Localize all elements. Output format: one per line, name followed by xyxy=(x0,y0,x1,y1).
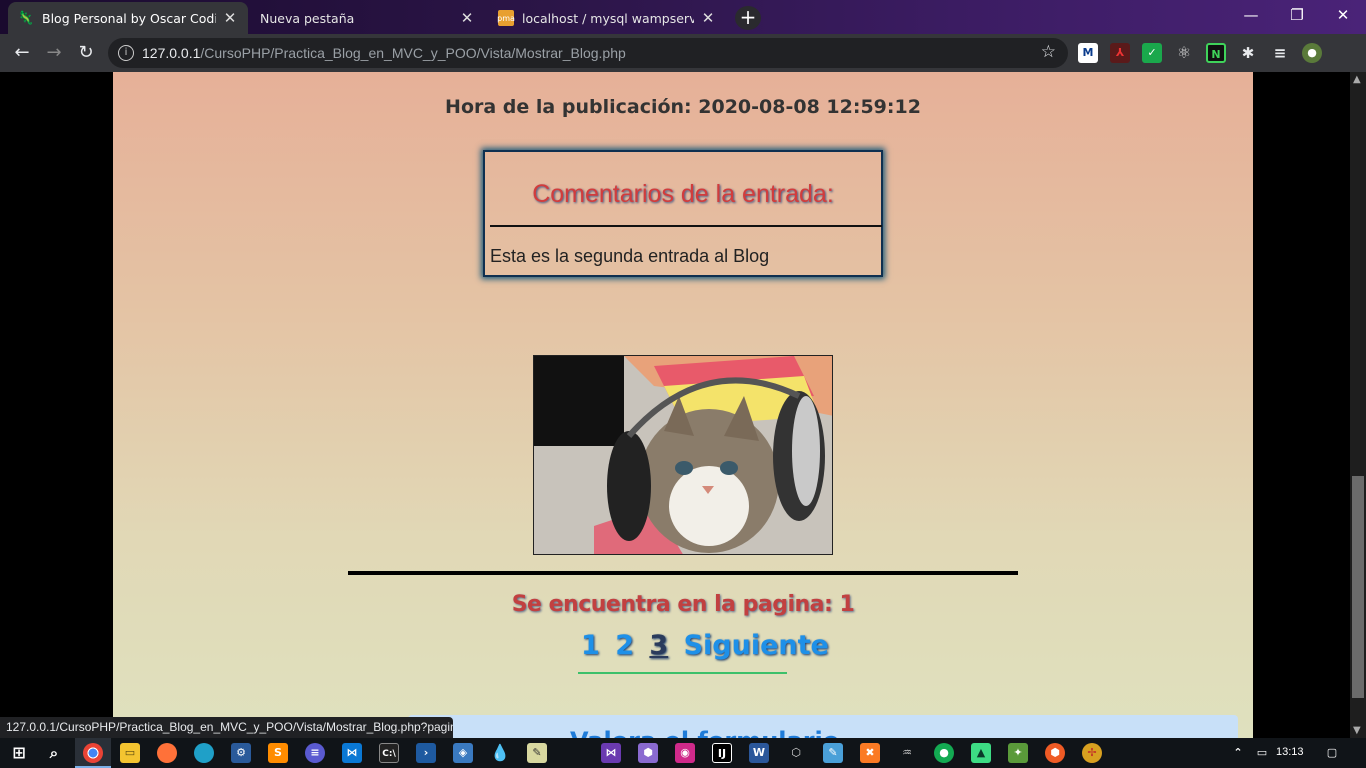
intellij-icon[interactable]: IJ xyxy=(712,743,732,763)
scroll-thumb[interactable] xyxy=(1352,476,1364,698)
section-divider xyxy=(348,571,1018,575)
page-link-3[interactable]: 3 xyxy=(649,630,668,661)
address-bar[interactable]: i 127.0.0.1/CursoPHP/Practica_Blog_en_MV… xyxy=(108,38,1068,68)
phpmyadmin-icon: pma xyxy=(497,10,515,26)
puzzle-extensions-icon[interactable]: ✱ xyxy=(1238,43,1258,63)
sublime-icon[interactable]: S xyxy=(268,743,288,763)
powershell-icon[interactable]: › xyxy=(416,743,436,763)
reload-button[interactable]: ↻ xyxy=(72,39,100,67)
page-scrollbar[interactable]: ▲ ▼ xyxy=(1350,72,1366,738)
chevron-up-icon[interactable]: ⌃ xyxy=(1228,743,1248,763)
tab-strip: 🦎 Blog Personal by Oscar Coding® ✕ Nueva… xyxy=(0,0,1366,34)
chrome-icon[interactable] xyxy=(83,743,103,763)
mongodb-icon[interactable]: ● xyxy=(934,743,954,763)
close-icon[interactable]: ✕ xyxy=(700,9,716,27)
publication-time: Hora de la publicación: 2020-08-08 12:59… xyxy=(445,96,921,118)
comments-divider xyxy=(490,225,882,227)
comment-text: Esta es la segunda entrada al Blog xyxy=(490,246,770,266)
tab-new[interactable]: Nueva pestaña ✕ xyxy=(250,2,485,34)
cat-with-headphones-image xyxy=(534,356,832,554)
extension-icon[interactable]: M xyxy=(1078,43,1098,63)
scroll-up-arrow[interactable]: ▲ xyxy=(1353,74,1361,85)
rating-form-title: Valora el formulario xyxy=(570,727,839,738)
comments-title: Comentarios de la entrada: xyxy=(532,180,834,208)
word-icon[interactable]: W xyxy=(749,743,769,763)
xampp-icon[interactable]: ✖ xyxy=(860,743,880,763)
drop-icon[interactable]: 💧 xyxy=(490,743,510,763)
wamp-icon[interactable]: ♒ xyxy=(897,743,917,763)
url-text[interactable]: 127.0.0.1/CursoPHP/Practica_Blog_en_MVC_… xyxy=(142,45,626,61)
blog-page: Hora de la publicación: 2020-08-08 12:59… xyxy=(113,72,1253,738)
cube-app-icon[interactable]: ⬢ xyxy=(638,743,658,763)
firefox-icon[interactable] xyxy=(157,743,177,763)
rating-form-section: Valora el formulario xyxy=(408,715,1238,738)
current-page-info: Se encuentra en la pagina: 1 xyxy=(511,592,855,617)
next-page-link[interactable]: Siguiente xyxy=(684,630,829,661)
windows-start-icon[interactable]: ⊞ xyxy=(9,743,29,763)
terminal-icon[interactable]: C:\ xyxy=(379,743,399,763)
post-image xyxy=(533,355,833,555)
node-extension-icon[interactable]: N xyxy=(1206,43,1226,63)
3d-viewer-icon[interactable]: ⬡ xyxy=(786,743,806,763)
search-icon[interactable]: ⌕ xyxy=(44,743,64,763)
edge-icon[interactable] xyxy=(194,743,214,763)
minimize-button[interactable]: — xyxy=(1228,0,1274,32)
postman-icon[interactable]: ⬢ xyxy=(1045,743,1065,763)
close-window-button[interactable]: ✕ xyxy=(1320,0,1366,32)
back-button[interactable]: ← xyxy=(8,39,36,67)
pdf-extension-icon[interactable]: ⅄ xyxy=(1110,43,1130,63)
chameleon-icon: 🦎 xyxy=(17,10,35,26)
restore-button[interactable]: ❐ xyxy=(1274,0,1320,32)
tab-blog[interactable]: 🦎 Blog Personal by Oscar Coding® ✕ xyxy=(8,2,248,34)
visual-studio-icon[interactable]: ⋈ xyxy=(601,743,621,763)
profile-avatar[interactable]: ● xyxy=(1302,43,1322,63)
tab-title: localhost / mysql wampserver / b xyxy=(522,10,694,26)
info-icon[interactable]: i xyxy=(118,45,134,61)
page-link-2[interactable]: 2 xyxy=(615,630,634,661)
app-icon[interactable]: ≡ xyxy=(305,743,325,763)
page-viewport: Hora de la publicación: 2020-08-08 12:59… xyxy=(0,72,1350,738)
vscode-icon[interactable]: ⋈ xyxy=(342,743,362,763)
steering-app-icon[interactable]: ✢ xyxy=(1082,743,1102,763)
forward-button[interactable]: → xyxy=(40,39,68,67)
tab-phpmyadmin[interactable]: pma localhost / mysql wampserver / b ✕ xyxy=(488,2,726,34)
virtualbox-icon[interactable]: ◈ xyxy=(453,743,473,763)
tab-title: Blog Personal by Oscar Coding® xyxy=(42,10,216,26)
paint-icon[interactable]: ✎ xyxy=(823,743,843,763)
android-studio-icon[interactable]: ▲ xyxy=(971,743,991,763)
media-control-icon[interactable]: ≡ xyxy=(1270,43,1290,63)
comments-box: Comentarios de la entrada: Esta es la se… xyxy=(483,150,883,277)
close-icon[interactable]: ✕ xyxy=(222,9,238,27)
shield-extension-icon[interactable]: ✓ xyxy=(1142,43,1162,63)
browser-toolbar: ← → ↻ i 127.0.0.1/CursoPHP/Practica_Blog… xyxy=(0,34,1366,72)
file-explorer-icon[interactable]: ▭ xyxy=(120,743,140,763)
new-tab-button[interactable]: + xyxy=(735,6,761,30)
status-bar-url: 127.0.0.1/CursoPHP/Practica_Blog_en_MVC_… xyxy=(0,717,453,738)
notifications-icon[interactable]: ▢ xyxy=(1322,743,1342,763)
pagination: 1 2 3 Siguiente xyxy=(578,630,829,674)
windows-taskbar: ⊞ ⌕ ▭ ⚙ S ≡ ⋈ C:\ › ◈ 💧 ✎ ⋈ ⬢ ◉ IJ W ⬡ ✎… xyxy=(0,738,1366,768)
page-link-1[interactable]: 1 xyxy=(581,630,600,661)
tab-title: Nueva pestaña xyxy=(260,10,355,26)
tools-icon[interactable]: ✦ xyxy=(1008,743,1028,763)
scroll-down-arrow[interactable]: ▼ xyxy=(1353,725,1361,736)
notepad-icon[interactable]: ✎ xyxy=(527,743,547,763)
close-icon[interactable]: ✕ xyxy=(459,9,475,27)
react-devtools-icon[interactable]: ⚛ xyxy=(1174,43,1194,63)
taskbar-clock[interactable]: 13:13 xyxy=(1276,746,1304,758)
pink-app-icon[interactable]: ◉ xyxy=(675,743,695,763)
network-icon[interactable]: ▭ xyxy=(1252,743,1272,763)
sql-tool-icon[interactable]: ⚙ xyxy=(231,743,251,763)
bookmark-star-icon[interactable]: ☆ xyxy=(1041,42,1056,62)
